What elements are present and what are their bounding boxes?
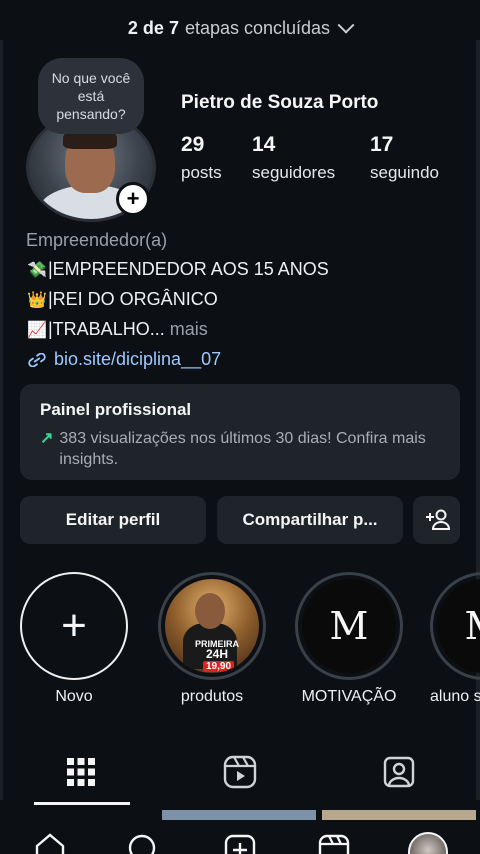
profile-tabs [0,740,480,805]
highlight-label: produtos [180,688,244,705]
bio-link[interactable]: bio.site/diciplina__07 [26,345,466,374]
reels-icon [223,755,257,789]
nav-profile[interactable] [408,832,448,854]
bio-text: |EMPREENDEDOR AOS 15 ANOS [48,259,329,279]
tab-reels[interactable] [210,750,270,794]
chart-emoji: 📈 [27,322,47,339]
panel-title: Painel profissional [40,400,192,419]
reels-nav-icon [318,834,350,854]
nav-home[interactable] [30,832,70,854]
highlight-label: aluno s [430,688,480,705]
active-tab-indicator [34,802,130,805]
left-edge [0,40,3,800]
m-logo: M [302,579,396,673]
stat-value: 14 [252,133,276,156]
highlight-cover: PRIMEIRA 24H 19,90 [158,572,266,680]
money-emoji: 💸 [27,262,47,279]
plus-icon: + [20,572,128,680]
highlight-label: Novo [55,688,93,705]
promo-text: PRIMEIRA 24H [187,639,247,660]
add-person-button[interactable] [413,496,460,544]
note-bubble[interactable]: No que você está pensando? [38,58,144,134]
bio-line: 👑|REI DO ORGÂNICO [26,285,466,315]
bio-link-text: bio.site/diciplina__07 [54,349,222,369]
share-profile-button[interactable]: Compartilhar p... [217,496,403,544]
profile-name: Pietro de Souza Porto [181,92,379,113]
bio: Empreendedor(a) 💸|EMPREENDEDOR AOS 15 AN… [26,226,466,374]
produtos-cover-image: PRIMEIRA 24H 19,90 [165,579,259,673]
stat-posts[interactable]: 29 posts [181,133,222,183]
posts-grid-top [0,806,480,820]
panel-description: ↗ 383 visualizações nos últimos 30 dias!… [40,428,440,470]
m-logo: M [437,579,480,673]
stat-value: 17 [370,133,394,156]
highlight-cover: M [430,572,480,680]
stat-label: posts [181,163,222,182]
stat-followers[interactable]: 14 seguidores [252,133,335,183]
highlight-produtos[interactable]: PRIMEIRA 24H 19,90 produtos [156,572,268,706]
stat-following[interactable]: 17 seguindo [370,133,439,183]
tagged-icon [383,756,415,788]
link-icon [28,352,46,367]
stat-value: 29 [181,133,205,156]
nav-create[interactable] [220,832,260,854]
promo-mid: 24H [205,647,228,661]
nav-reels[interactable] [314,832,354,854]
grid-icon [67,758,95,786]
more-link[interactable]: mais [170,319,208,339]
panel-description-text: 383 visualizações nos últimos 30 dias! C… [59,430,426,468]
tab-tagged[interactable] [369,750,429,794]
bio-line: 📈|TRABALHO... mais [26,315,466,345]
edit-profile-button[interactable]: Editar perfil [20,496,206,544]
progress-done: 2 de 7 [127,17,179,38]
add-story-icon[interactable]: + [116,182,150,216]
category-label: Empreendedor(a) [26,230,168,250]
crown-emoji: 👑 [27,292,47,309]
highlight-label: MOTIVAÇÃO [301,688,397,705]
add-person-icon [425,509,450,530]
professional-dashboard[interactable]: Painel profissional ↗ 383 visualizações … [20,384,460,480]
bottom-navigation [0,820,480,854]
trend-arrow-icon: ↗ [40,430,54,447]
search-icon [128,834,156,854]
profile-screen: 2 de 7 etapas concluídas No que você est… [0,0,480,854]
tab-grid[interactable] [51,750,111,794]
highlight-cover: M [295,572,403,680]
bio-text: |REI DO ORGÂNICO [48,289,218,309]
stat-label: seguindo [370,163,440,182]
stat-label: seguidores [252,163,336,182]
promo-price: 19,90 [203,661,235,672]
bio-line: 💸|EMPREENDEDOR AOS 15 ANOS [26,255,466,285]
home-icon [35,833,65,854]
create-icon [224,834,256,854]
profile-avatar [408,832,448,854]
onboarding-progress[interactable]: 2 de 7 etapas concluídas [0,0,480,56]
progress-rest: etapas concluídas [184,17,331,38]
highlight-new[interactable]: + Novo [18,572,130,706]
highlight-aluno[interactable]: M aluno s [430,572,480,706]
bio-text: |TRABALHO... [48,319,165,339]
highlight-motivacao[interactable]: M MOTIVAÇÃO [293,572,405,706]
nav-search[interactable] [123,832,163,854]
chevron-down-icon [337,16,355,34]
